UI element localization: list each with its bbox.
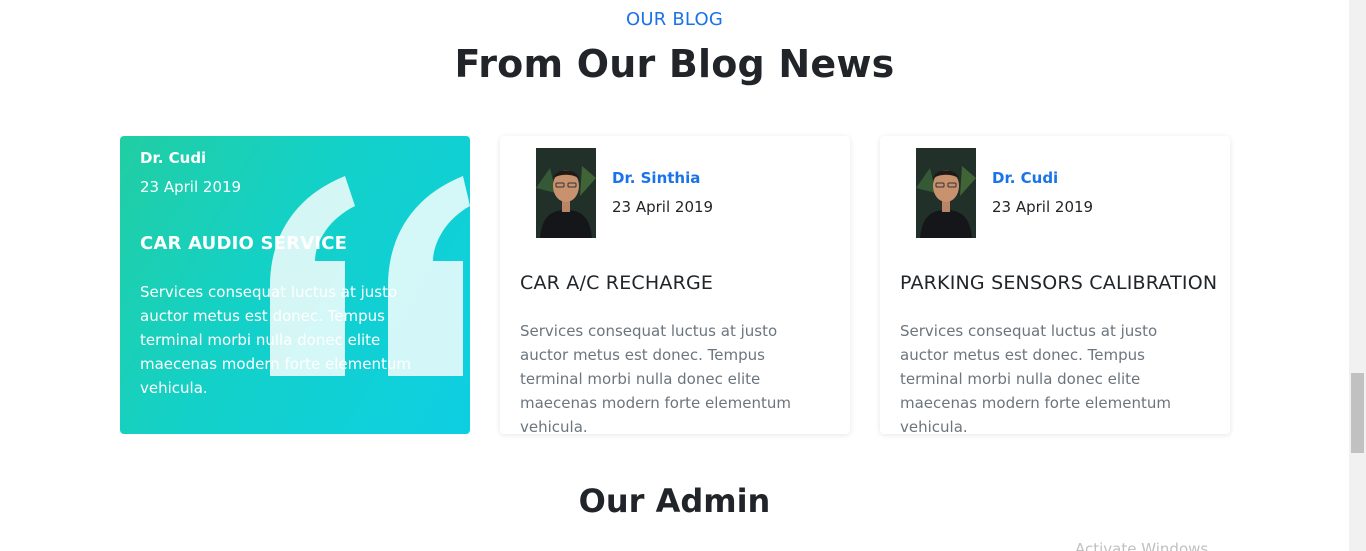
post-author[interactable]: Dr. Cudi [140, 149, 206, 167]
admin-section-title: Our Admin [578, 482, 771, 520]
post-date: 23 April 2019 [992, 198, 1094, 216]
avatar [916, 148, 976, 238]
activate-windows-watermark: Activate Windows [1075, 540, 1209, 551]
post-date: 23 April 2019 [612, 198, 714, 216]
section-eyebrow: OUR BLOG [625, 9, 724, 30]
post-author[interactable]: Dr. Cudi [992, 169, 1058, 187]
avatar [536, 148, 596, 238]
post-excerpt: Services consequat luctus at justo aucto… [900, 322, 1171, 434]
section-title: From Our Blog News [454, 42, 895, 86]
post-author[interactable]: Dr. Sinthia [612, 169, 700, 187]
post-title[interactable]: PARKING SENSORS CALIBRATION [900, 272, 1217, 294]
blog-card[interactable]: Dr. Sinthia 23 April 2019 CAR A/C RECHAR… [500, 136, 850, 434]
post-date: 23 April 2019 [140, 178, 242, 196]
post-title[interactable]: CAR A/C RECHARGE [520, 272, 713, 294]
scrollbar-thumb[interactable] [1351, 373, 1364, 453]
blog-card[interactable]: Dr. Cudi 23 April 2019 PARKING SENSORS C… [880, 136, 1230, 434]
blog-section: OUR BLOG From Our Blog News Dr. Cudi 23 … [0, 0, 1349, 551]
post-excerpt: Services consequat luctus at justo aucto… [140, 283, 411, 397]
post-excerpt: Services consequat luctus at justo aucto… [520, 322, 791, 434]
blog-card-featured[interactable]: Dr. Cudi 23 April 2019 CAR AUDIO SERVICE… [120, 136, 470, 434]
post-title[interactable]: CAR AUDIO SERVICE [140, 233, 347, 254]
page-scrollbar[interactable] [1349, 0, 1366, 551]
